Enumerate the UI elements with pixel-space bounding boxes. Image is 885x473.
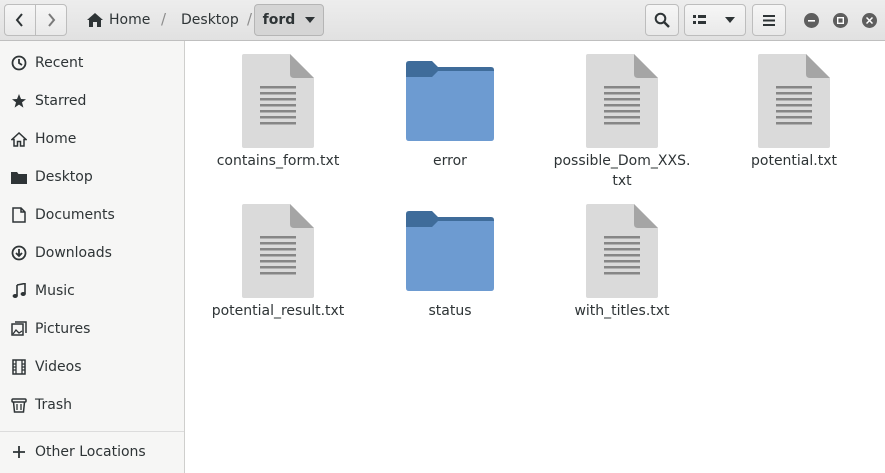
sidebar-item-label: Pictures (35, 321, 91, 337)
file-view: contains_form.txt error possible_Dom_XXS… (186, 41, 885, 473)
sidebar-item-starred[interactable]: Starred (0, 83, 184, 119)
sidebar-item-documents[interactable]: Documents (0, 197, 184, 233)
sidebar-item-recent[interactable]: Recent (0, 45, 184, 81)
breadcrumb-desktop[interactable]: Desktop (181, 4, 239, 36)
sidebar: Recent Starred Home Desktop Documents Do… (0, 41, 185, 473)
sidebar-item-label: Desktop (35, 169, 93, 185)
minimize-icon (808, 20, 815, 22)
file-name: potential_result.txt (211, 303, 345, 319)
search-button[interactable] (645, 4, 679, 36)
folder-name: status (428, 303, 472, 319)
clock-icon (10, 54, 28, 72)
document-icon (10, 206, 28, 224)
text-document-icon (242, 204, 314, 298)
music-icon (10, 282, 28, 300)
sidebar-item-label: Videos (35, 359, 82, 375)
file-name: with_titles.txt (574, 303, 670, 319)
header-bar: Home / Desktop / ford (0, 0, 885, 41)
view-options-group (684, 4, 746, 36)
trash-icon (10, 396, 28, 414)
file-name: possible_Dom_XXS. txt (553, 153, 691, 189)
sidebar-item-pictures[interactable]: Pictures (0, 311, 184, 347)
hamburger-menu-icon (763, 14, 775, 26)
home-icon (10, 130, 28, 148)
chevron-right-icon (48, 13, 56, 27)
text-document-icon (586, 204, 658, 298)
folder-icon (10, 168, 28, 186)
sidebar-item-label: Home (35, 131, 77, 147)
download-icon (10, 244, 28, 262)
sidebar-item-downloads[interactable]: Downloads (0, 235, 184, 271)
close-button[interactable] (862, 13, 877, 28)
film-icon (10, 358, 28, 376)
file-name: contains_form.txt (216, 153, 340, 169)
maximize-icon (837, 17, 844, 24)
text-document-icon (586, 54, 658, 148)
list-view-button[interactable] (685, 5, 715, 35)
home-icon (87, 13, 103, 27)
breadcrumb-current-folder[interactable]: ford (254, 4, 324, 36)
pictures-icon (10, 320, 28, 338)
breadcrumb-desktop-label: Desktop (181, 12, 239, 28)
menu-button[interactable] (752, 4, 786, 36)
view-dropdown-button[interactable] (715, 5, 745, 35)
maximize-button[interactable] (833, 13, 848, 28)
sidebar-item-label: Trash (35, 397, 72, 413)
sidebar-item-desktop[interactable]: Desktop (0, 159, 184, 195)
dropdown-arrow-icon (305, 17, 316, 23)
folder-icon (406, 61, 494, 141)
breadcrumb-home[interactable]: Home (86, 4, 150, 36)
sidebar-item-home[interactable]: Home (0, 121, 184, 157)
sidebar-item-label: Starred (35, 93, 87, 109)
close-icon (866, 17, 873, 24)
breadcrumb-separator: / (161, 10, 167, 28)
text-document-icon (242, 54, 314, 148)
sidebar-item-label: Recent (35, 55, 84, 71)
sidebar-item-music[interactable]: Music (0, 273, 184, 309)
search-icon (654, 12, 670, 28)
sidebar-item-label: Music (35, 283, 75, 299)
folder-icon (406, 211, 494, 291)
navigation-buttons (4, 4, 67, 36)
text-document-icon (758, 54, 830, 148)
forward-button[interactable] (35, 5, 66, 35)
breadcrumb-current-label: ford (262, 12, 296, 28)
list-view-icon (693, 15, 706, 24)
breadcrumb-home-label: Home (109, 12, 151, 28)
sidebar-item-label: Downloads (35, 245, 112, 261)
chevron-left-icon (15, 13, 23, 27)
dropdown-arrow-icon (725, 17, 735, 23)
sidebar-item-videos[interactable]: Videos (0, 349, 184, 385)
breadcrumb-separator: / (247, 10, 253, 28)
file-name: potential.txt (751, 153, 837, 169)
back-button[interactable] (5, 5, 35, 35)
sidebar-item-label: Other Locations (35, 444, 146, 460)
sidebar-item-other-locations[interactable]: Other Locations (0, 434, 184, 470)
sidebar-item-trash[interactable]: Trash (0, 387, 184, 423)
plus-icon (10, 443, 28, 461)
folder-name: error (433, 153, 467, 169)
sidebar-item-label: Documents (35, 207, 115, 223)
star-icon (10, 92, 28, 110)
minimize-button[interactable] (804, 13, 819, 28)
sidebar-divider (0, 431, 184, 432)
